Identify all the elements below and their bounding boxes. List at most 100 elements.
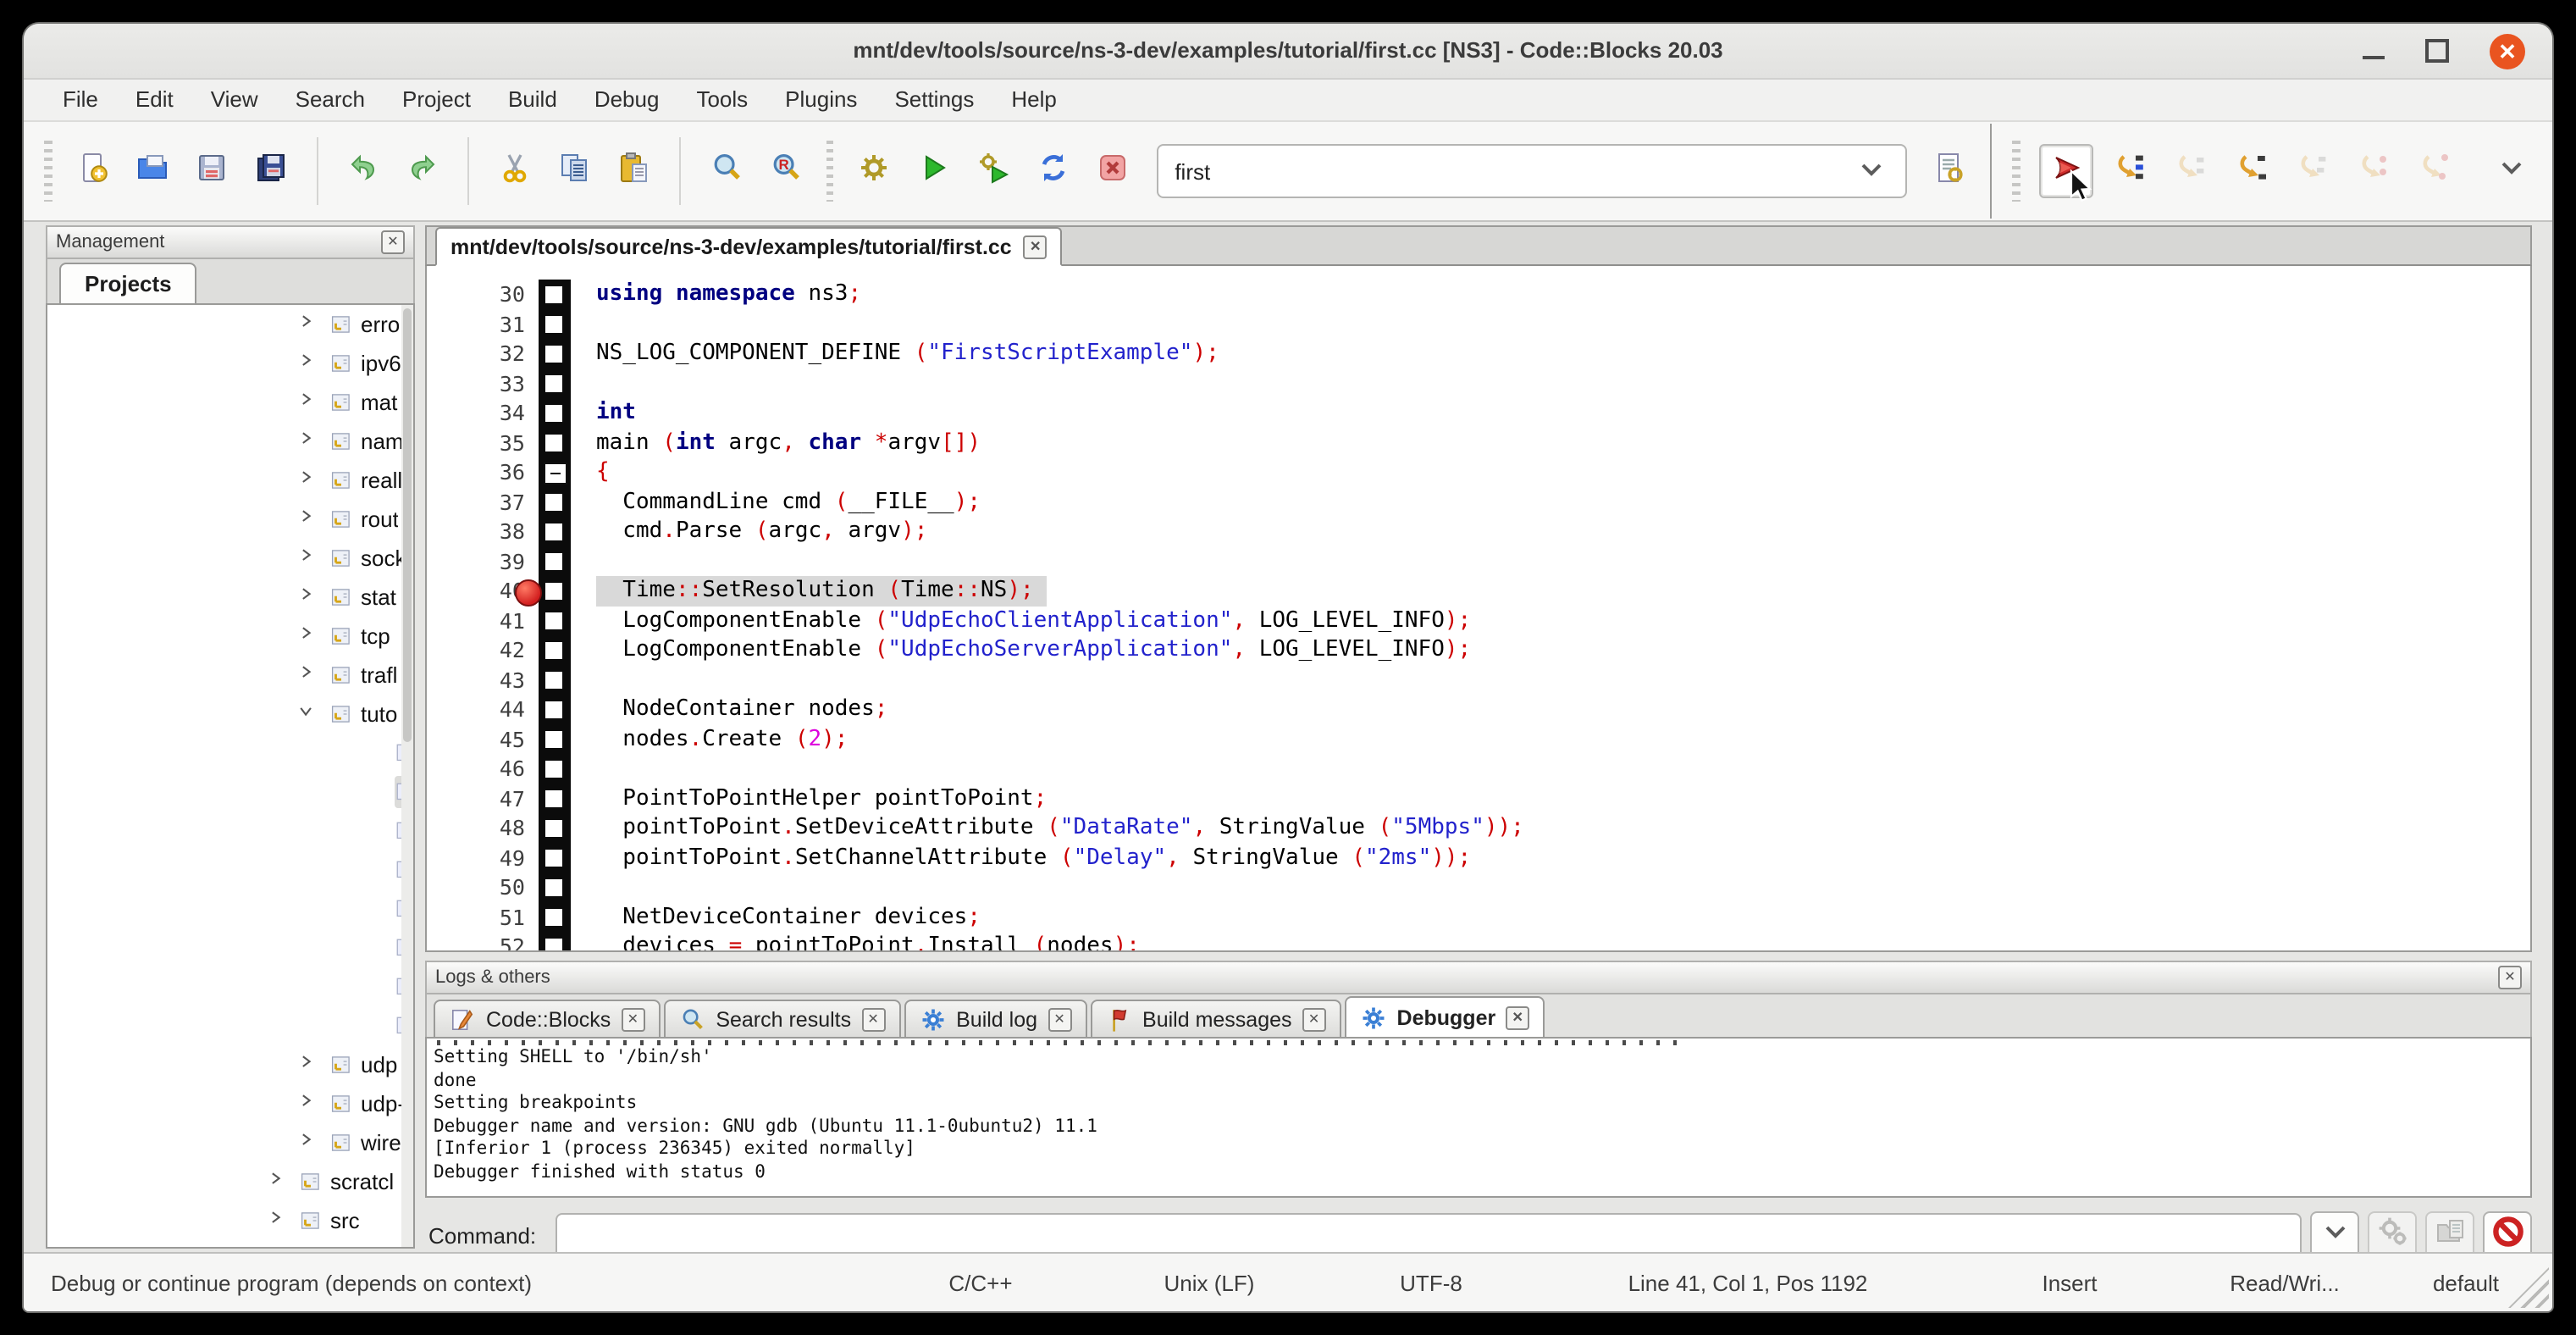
chevron-right-icon[interactable] [298, 1093, 320, 1115]
toolbar-overflow-button[interactable] [2488, 146, 2538, 197]
fold-marker-icon[interactable] [544, 463, 567, 485]
logs-close-icon[interactable]: ✕ [2498, 966, 2522, 989]
tree-item-sock[interactable]: sock [47, 539, 413, 578]
chevron-right-icon[interactable] [298, 664, 320, 686]
tree-item-six[interactable]: six [47, 967, 413, 1006]
tree-item-rout[interactable]: rout [47, 500, 413, 539]
chevron-right-icon[interactable] [298, 508, 320, 530]
log-tab-close-icon[interactable]: ✕ [1506, 1005, 1529, 1029]
tree-item-ipv6[interactable]: ipv6 [47, 344, 413, 383]
rebuild-button[interactable] [1028, 146, 1078, 197]
editor-tab-close-icon[interactable]: ✕ [1024, 235, 1048, 258]
next-instruction-button[interactable] [2347, 146, 2398, 197]
minimize-icon[interactable] [2363, 56, 2385, 59]
step-into-button[interactable] [2225, 146, 2276, 197]
new-file-button[interactable] [68, 146, 118, 197]
menu-build[interactable]: Build [489, 80, 576, 120]
toolbar-gripper[interactable] [44, 141, 53, 202]
toolbar-gripper[interactable] [2012, 141, 2020, 202]
menu-debug[interactable]: Debug [576, 80, 678, 120]
chevron-right-icon[interactable] [298, 547, 320, 569]
abort-build-button[interactable] [1088, 146, 1138, 197]
toolbar-gripper[interactable] [826, 141, 834, 202]
chevron-right-icon[interactable] [268, 1210, 290, 1232]
tree-item-udp[interactable]: udp [47, 1045, 413, 1084]
step-out-button[interactable] [2286, 146, 2337, 197]
debug-continue-button[interactable] [2039, 144, 2093, 198]
fold-margin[interactable] [539, 280, 571, 952]
maximize-icon[interactable] [2425, 39, 2449, 63]
chevron-right-icon[interactable] [298, 313, 320, 335]
log-tab-search-results[interactable]: Search results✕ [663, 1000, 900, 1037]
tree-item-reall[interactable]: reall [47, 461, 413, 500]
tree-item-fo[interactable]: fo [47, 812, 413, 850]
chevron-right-icon[interactable] [268, 1171, 290, 1193]
log-tab-debugger[interactable]: Debugger✕ [1345, 996, 1545, 1037]
tree-item-mat[interactable]: mat [47, 383, 413, 422]
menu-search[interactable]: Search [277, 80, 384, 120]
splitter[interactable] [425, 952, 2532, 961]
chevron-right-icon[interactable] [298, 1132, 320, 1154]
copy-button[interactable] [550, 146, 600, 197]
save-all-button[interactable] [246, 146, 296, 197]
menu-project[interactable]: Project [384, 80, 489, 120]
undo-button[interactable] [339, 146, 389, 197]
tree-item-erro[interactable]: erro [47, 305, 413, 344]
menu-help[interactable]: Help [992, 80, 1075, 120]
tree-item-stat[interactable]: stat [47, 578, 413, 617]
menu-settings[interactable]: Settings [876, 80, 992, 120]
paste-button[interactable] [610, 146, 660, 197]
tree-item-se[interactable]: se [47, 889, 413, 928]
tab-projects[interactable]: Projects [59, 263, 197, 303]
build-target-select[interactable]: first [1156, 144, 1906, 198]
log-tab-build-log[interactable]: Build log✕ [904, 1000, 1086, 1037]
next-line-button[interactable] [2164, 146, 2215, 197]
run-to-cursor-button[interactable] [2103, 146, 2154, 197]
breakpoint-icon[interactable] [515, 579, 542, 607]
chevron-right-icon[interactable] [298, 469, 320, 491]
chevron-down-icon[interactable] [298, 703, 320, 725]
tree-item-udp-[interactable]: udp- [47, 1084, 413, 1123]
menu-tools[interactable]: Tools [677, 80, 766, 120]
close-icon[interactable]: ✕ [2490, 33, 2525, 69]
code-editor[interactable]: 30using namespace ns3;31 32NS_LOG_COMPON… [425, 266, 2532, 952]
tree-item-trafl[interactable]: trafl [47, 656, 413, 695]
management-close-icon[interactable]: ✕ [381, 230, 405, 254]
find-button[interactable] [701, 146, 751, 197]
tree-item-th[interactable]: th [47, 1006, 413, 1045]
title-bar[interactable]: mnt/dev/tools/source/ns-3-dev/examples/t… [24, 24, 2552, 80]
tree-item-nam[interactable]: nam [47, 422, 413, 461]
chevron-right-icon[interactable] [298, 625, 320, 647]
tree-item-wire[interactable]: wire [47, 1123, 413, 1162]
tree-item-tuto[interactable]: tuto [47, 695, 413, 734]
redo-button[interactable] [398, 146, 448, 197]
step-into-instruction-button[interactable] [2408, 146, 2459, 197]
menu-file[interactable]: File [44, 80, 117, 120]
open-file-button[interactable] [127, 146, 177, 197]
menu-plugins[interactable]: Plugins [766, 80, 876, 120]
log-tab-close-icon[interactable]: ✕ [1048, 1007, 1071, 1031]
chevron-right-icon[interactable] [298, 1054, 320, 1076]
tree-item-src[interactable]: src [47, 1201, 413, 1240]
build-button[interactable] [849, 146, 899, 197]
tree-item-he[interactable]: he [47, 850, 413, 889]
tree-item-tcp[interactable]: tcp [47, 617, 413, 656]
chevron-right-icon[interactable] [298, 586, 320, 608]
tree-scrollbar[interactable] [401, 305, 413, 1247]
tree-scrollbar-thumb[interactable] [403, 308, 412, 742]
chevron-right-icon[interactable] [298, 391, 320, 413]
log-tab-close-icon[interactable]: ✕ [621, 1007, 644, 1031]
chevron-right-icon[interactable] [298, 430, 320, 452]
save-button[interactable] [187, 146, 237, 197]
replace-button[interactable]: R [761, 146, 811, 197]
log-tab-close-icon[interactable]: ✕ [1302, 1007, 1326, 1031]
log-tab-close-icon[interactable]: ✕ [861, 1007, 885, 1031]
tree-item-fif[interactable]: fif [47, 734, 413, 773]
cut-button[interactable] [490, 146, 540, 197]
build-target-options-button[interactable] [1926, 146, 1976, 197]
debugger-log[interactable]: Setting SHELL to '/bin/sh'doneSetting br… [425, 1037, 2532, 1198]
chevron-right-icon[interactable] [298, 352, 320, 374]
run-button[interactable] [909, 146, 959, 197]
tree-item-se[interactable]: se [47, 928, 413, 967]
tree-item-scratcl[interactable]: scratcl [47, 1162, 413, 1201]
